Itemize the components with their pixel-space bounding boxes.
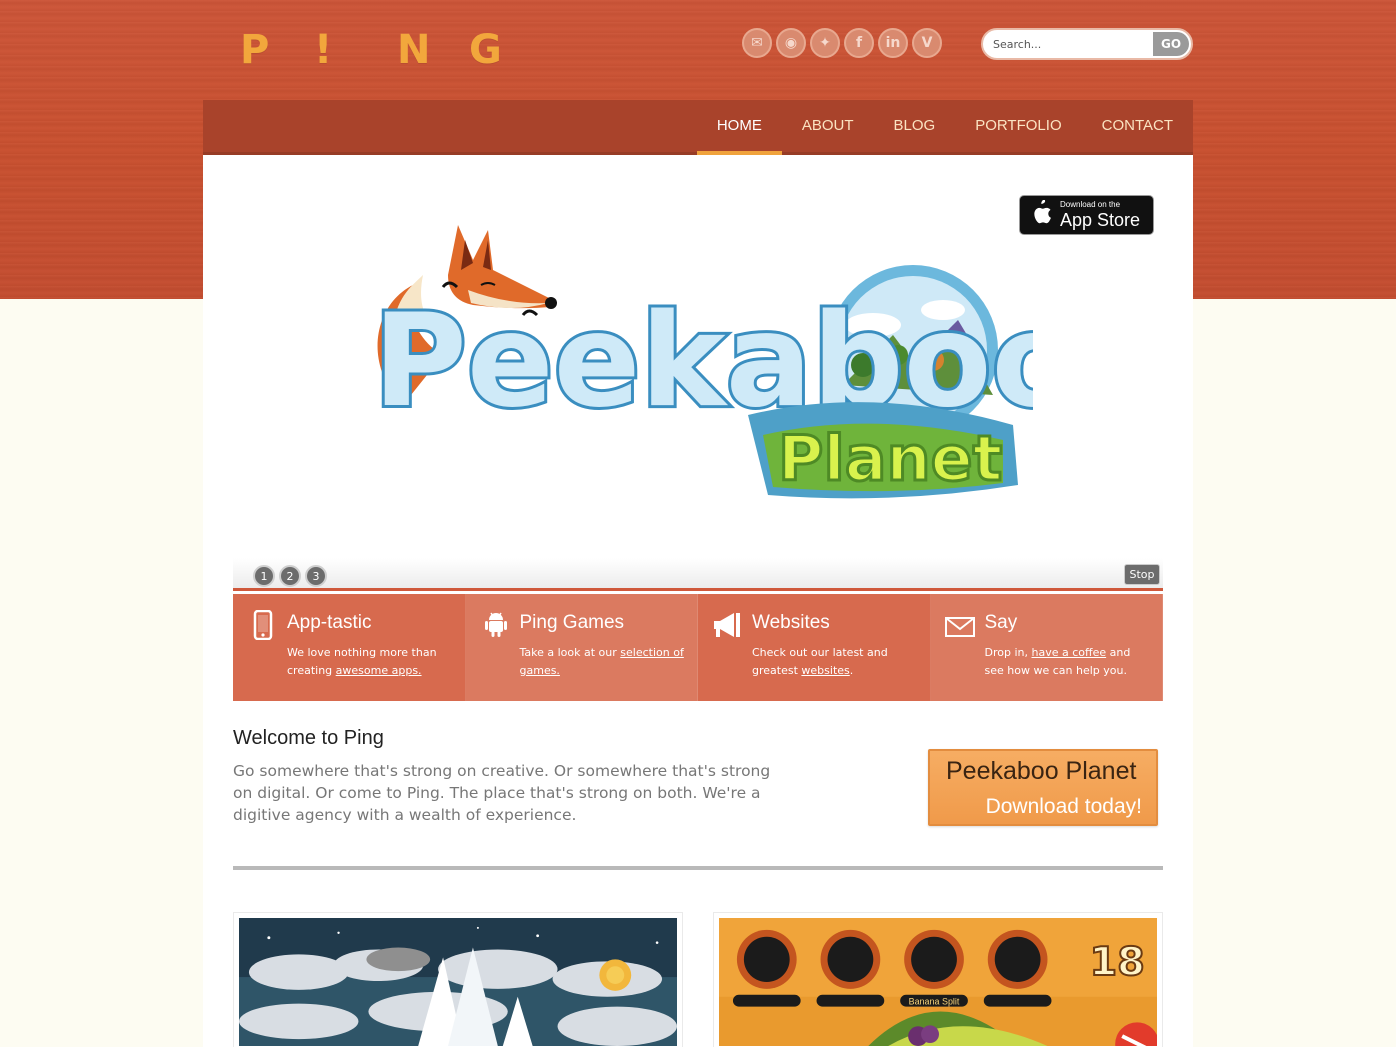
welcome-section: Welcome to Ping Go somewhere that's stro… [233, 727, 793, 826]
apple-icon [1030, 199, 1052, 231]
feature-say[interactable]: Say Drop in, have a coffee and see how w… [930, 594, 1163, 701]
logo-letter: ! [314, 27, 333, 73]
portfolio-thumb-banana-split[interactable]: Banana Split 18 [713, 912, 1163, 1047]
peekaboo-planet-hero[interactable]: Peekaboo Peekaboo Planet [353, 215, 1033, 505]
slide-dot-3[interactable]: 3 [305, 565, 327, 587]
feature-text: We love nothing more than creating aweso… [287, 646, 437, 677]
android-icon [484, 612, 507, 637]
slide-dot-2[interactable]: 2 [279, 565, 301, 587]
game-score: 18 [1089, 939, 1144, 985]
main-navbar: HOME ABOUT BLOG PORTFOLIO CONTACT [203, 100, 1193, 155]
app-store-badge[interactable]: Download on the App Store [1019, 195, 1154, 235]
feature-text: Check out our latest and greatest websit… [752, 646, 888, 677]
feature-title: Say [984, 612, 1018, 633]
site-header: P ! N G ✉ ◉ ✦ f in V GO [0, 0, 1396, 100]
feature-title: App-tastic [287, 612, 372, 633]
social-links: ✉ ◉ ✦ f in V [742, 28, 942, 58]
envelope-icon [944, 617, 975, 637]
feature-link[interactable]: awesome apps. [336, 664, 422, 677]
portfolio-thumb-peekaboo[interactable] [233, 912, 683, 1047]
logo-letter: P [240, 27, 270, 73]
feature-ping-games[interactable]: Ping Games Take a look at our selection … [465, 594, 698, 701]
game-label: Banana Split [909, 997, 960, 1007]
feature-title: Websites [752, 612, 830, 633]
cta-line2: Download today! [985, 795, 1142, 818]
rss-icon[interactable]: ◉ [776, 28, 806, 58]
slide-dot-1[interactable]: 1 [253, 565, 275, 587]
nav-contact[interactable]: CONTACT [1082, 100, 1193, 155]
slider-stop-button[interactable]: Stop [1124, 564, 1160, 585]
logo-letter: N [397, 27, 431, 73]
content-panel: Download on the App Store Peekaboo Peeka… [203, 155, 1193, 1047]
feature-link[interactable]: have a coffee [1031, 646, 1106, 659]
app-store-small-text: Download on the [1060, 200, 1121, 209]
vimeo-icon[interactable]: V [912, 28, 942, 58]
nav-about[interactable]: ABOUT [782, 100, 874, 155]
ping-logo[interactable]: P ! N G [240, 26, 541, 74]
winter-scene-image [239, 918, 677, 1046]
feature-text: Drop in, have a coffee and see how we ca… [984, 646, 1131, 677]
linkedin-icon[interactable]: in [878, 28, 908, 58]
search-go-button[interactable]: GO [1153, 32, 1189, 56]
feature-link[interactable]: websites [801, 664, 849, 677]
twitter-icon[interactable]: ✦ [810, 28, 840, 58]
nav-home[interactable]: HOME [696, 100, 782, 155]
cta-line1: Peekaboo Planet [946, 757, 1137, 785]
section-divider [233, 866, 1163, 870]
feature-title: Ping Games [519, 612, 625, 633]
slider-controls: 1 2 3 Stop [233, 558, 1163, 591]
hero-title-line2: Planet [778, 422, 1002, 495]
search-input[interactable] [983, 30, 1151, 58]
phone-icon [253, 610, 273, 640]
search-box: GO [981, 28, 1193, 60]
welcome-body: Go somewhere that's strong on creative. … [233, 762, 771, 824]
app-store-big-text: App Store [1060, 210, 1141, 230]
feature-text: Take a look at our selection of games. [519, 646, 684, 677]
feature-strip: App-tastic We love nothing more than cre… [233, 594, 1163, 701]
facebook-icon[interactable]: f [844, 28, 874, 58]
banana-split-game-image: Banana Split 18 [719, 918, 1159, 1047]
feature-app-tastic[interactable]: App-tastic We love nothing more than cre… [233, 594, 466, 701]
main-nav: HOME ABOUT BLOG PORTFOLIO CONTACT [696, 100, 1193, 155]
download-cta-button[interactable]: Peekaboo Planet Download today! [928, 749, 1158, 826]
feature-websites[interactable]: Websites Check out our latest and greate… [698, 594, 931, 701]
nav-blog[interactable]: BLOG [874, 100, 956, 155]
slider-pagination: 1 2 3 [253, 565, 327, 587]
logo-letter: G [469, 27, 502, 73]
megaphone-icon [714, 613, 740, 637]
nav-portfolio[interactable]: PORTFOLIO [955, 100, 1081, 155]
welcome-heading: Welcome to Ping [233, 727, 384, 749]
mail-icon[interactable]: ✉ [742, 28, 772, 58]
